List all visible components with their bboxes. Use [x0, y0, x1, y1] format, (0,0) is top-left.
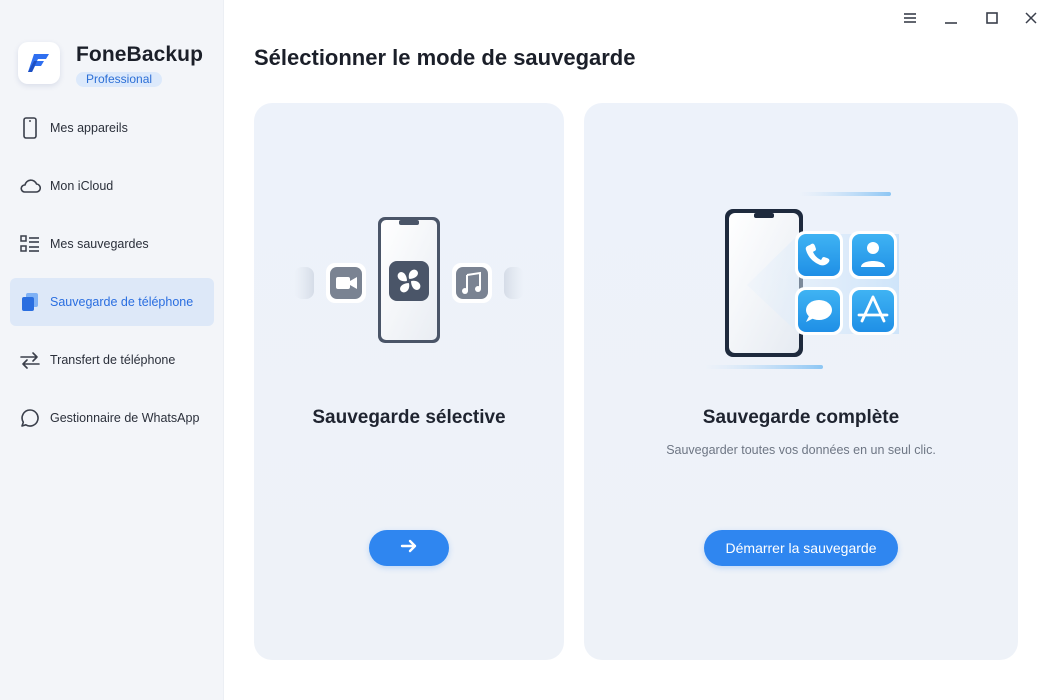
page-title: Sélectionner le mode de sauvegarde: [254, 45, 636, 70]
edition-badge: Professional: [76, 72, 163, 87]
full-backup-card[interactable]: Sauvegarde complète Sauvegarder toutes v…: [584, 103, 1018, 660]
sidebar-item-mon-icloud[interactable]: Mon iCloud: [10, 162, 214, 210]
sidebar-item-mes-appareils[interactable]: Mes appareils: [10, 104, 214, 152]
selective-backup-title: Sauvegarde sélective: [312, 407, 506, 428]
selective-backup-card[interactable]: Sauvegarde sélective: [254, 103, 564, 660]
phone-backup-icon: [18, 290, 42, 314]
app-name: FoneBackup: [76, 43, 204, 66]
full-backup-title: Sauvegarde complète: [702, 407, 900, 428]
phone-icon: [18, 116, 42, 140]
maximize-icon[interactable]: [980, 8, 1004, 28]
full-backup-illustration: [705, 192, 899, 369]
full-backup-subtitle: Sauvegarder toutes vos données en un seu…: [666, 443, 936, 457]
menu-icon[interactable]: [898, 8, 922, 28]
sidebar-item-transfert-de-telephone[interactable]: Transfert de téléphone: [10, 336, 214, 384]
selective-backup-button[interactable]: [369, 530, 449, 566]
minimize-icon[interactable]: [939, 8, 963, 28]
chat-bubble-icon: [18, 406, 42, 430]
sidebar-nav: Mes appareils Mon iCloud Mes sauvegardes…: [10, 104, 214, 452]
start-backup-button[interactable]: Démarrer la sauvegarde: [704, 530, 898, 566]
sidebar-item-label: Transfert de téléphone: [50, 353, 176, 367]
transfer-arrows-icon: [18, 348, 42, 372]
sidebar-item-sauvegarde-de-telephone[interactable]: Sauvegarde de téléphone: [10, 278, 214, 326]
sidebar-item-label: Mes appareils: [50, 121, 128, 135]
cloud-icon: [18, 174, 42, 198]
app-logo: [18, 42, 60, 84]
list-icon: [18, 232, 42, 256]
sidebar-item-label: Mon iCloud: [50, 179, 114, 193]
arrow-right-icon: [400, 539, 418, 558]
sidebar-item-mes-sauvegardes[interactable]: Mes sauvegardes: [10, 220, 214, 268]
sidebar: FoneBackup Professional Mes appareils Mo…: [0, 0, 224, 700]
sidebar-item-label: Sauvegarde de téléphone: [50, 295, 194, 309]
close-icon[interactable]: [1019, 8, 1043, 28]
selective-backup-illustration: [294, 217, 524, 343]
brand: FoneBackup Professional: [18, 42, 203, 88]
sidebar-item-label: Mes sauvegardes: [50, 237, 149, 251]
sidebar-item-label: Gestionnaire de WhatsApp: [50, 411, 200, 425]
sidebar-item-gestionnaire-de-whatsapp[interactable]: Gestionnaire de WhatsApp: [10, 394, 214, 442]
